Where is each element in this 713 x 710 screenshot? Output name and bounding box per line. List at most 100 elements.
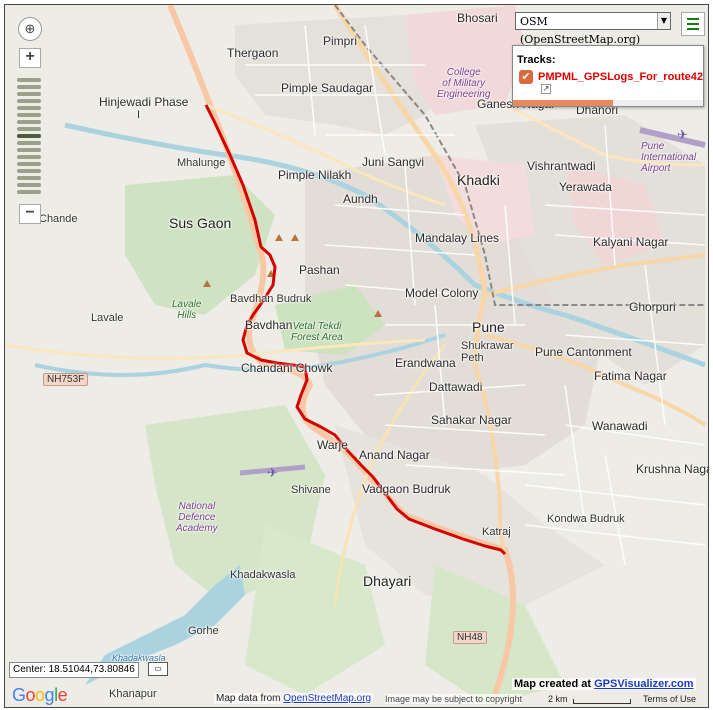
airport-icon-pune: ✈ [677, 127, 688, 142]
center-coordinates: Center: 18.51044,73.80846 [9, 662, 139, 678]
place-label: Vadgaon Budruk [362, 482, 451, 496]
zoom-level-notch[interactable] [17, 148, 41, 152]
green-sinhagad [245, 525, 385, 695]
place-label: Pimpri [323, 34, 358, 48]
ruler-icon[interactable]: ▭ [148, 662, 168, 676]
zoom-level-notch[interactable] [17, 106, 41, 110]
place-label: Juni Sangvi [362, 155, 425, 169]
zoom-in-button[interactable]: + [19, 48, 41, 68]
google-logo: Google [12, 685, 68, 706]
google-logo-letter: o [25, 685, 36, 705]
place-label: Bhosari [457, 11, 498, 25]
zoom-slider[interactable] [17, 78, 41, 200]
osm-link[interactable]: OpenStreetMap.org [283, 693, 371, 704]
place-label: Erandwana [395, 356, 456, 370]
zoom-level-notch[interactable] [17, 162, 41, 166]
hamburger-menu-icon[interactable] [681, 12, 705, 36]
zoom-level-notch[interactable] [17, 134, 41, 138]
place-label: National Defence Academy [176, 501, 218, 534]
place-label: College of Military Engineering [437, 67, 491, 100]
tracks-panel: Tracks: ✔ PMPML_GPSLogs_For_route42 ↗ [512, 45, 704, 107]
place-label: Kalyani Nagar [593, 235, 669, 249]
place-label: Khadakwasla [230, 569, 296, 581]
gpsvisualizer-link[interactable]: GPSVisualizer.com [594, 678, 693, 690]
external-link-icon[interactable]: ↗ [541, 84, 551, 94]
highway-shield: NH48 [453, 631, 487, 644]
google-logo-letter: g [44, 685, 55, 705]
copyright-disclaimer: Image may be subject to copyright [385, 694, 523, 704]
place-label: Chande [39, 213, 78, 225]
place-label: Pune [472, 319, 505, 335]
google-logo-letter: o [35, 685, 45, 705]
zoom-level-notch[interactable] [17, 141, 41, 145]
terms-of-use-link[interactable]: Terms of Use [643, 694, 696, 704]
zoom-level-notch[interactable] [17, 78, 41, 82]
google-logo-letter: e [57, 685, 68, 705]
zoom-out-button[interactable]: − [19, 204, 41, 224]
place-label: Shukrawar Peth [461, 340, 514, 364]
place-label: Dhayari [363, 573, 412, 589]
place-label: Mandalay Lines [415, 231, 500, 245]
place-label: Pashan [299, 263, 340, 277]
place-label: Pimple Saudagar [281, 81, 374, 95]
place-label: Fatima Nagar [594, 369, 667, 383]
place-label: Katraj [482, 526, 511, 538]
pan-compass-icon[interactable]: ⊕ [18, 17, 42, 41]
map-layer-select[interactable]: OSM (OpenStreetMap.org) ▼ [515, 12, 671, 46]
scrollbar-thumb[interactable] [513, 100, 613, 106]
place-label: Aundh [343, 192, 378, 206]
zoom-level-notch[interactable] [17, 85, 41, 89]
place-label: Mhalunge [177, 157, 226, 169]
place-label: Khadki [457, 172, 500, 188]
place-label: Kondwa Budruk [547, 513, 625, 525]
tracks-title: Tracks: [517, 54, 556, 66]
scale-bar [573, 699, 631, 704]
place-label: Khanapur [109, 688, 157, 700]
place-label: Shivane [291, 484, 331, 496]
map-credit: Map created at GPSVisualizer.com [512, 678, 696, 690]
place-label: Model Colony [405, 286, 479, 300]
place-label: Pune Cantonment [535, 345, 632, 359]
place-label: Bavdhan [245, 318, 293, 332]
zoom-level-notch[interactable] [17, 92, 41, 96]
chevron-down-icon: ▼ [657, 13, 670, 29]
place-label: I [137, 109, 141, 121]
airport-icon-nda: ✈ [267, 465, 278, 480]
place-label: Sus Gaon [169, 215, 232, 231]
place-label: Ghorpuri [629, 300, 676, 314]
zoom-level-notch[interactable] [17, 99, 41, 103]
place-label: Bavdhan Budruk [230, 293, 312, 305]
zoom-level-notch[interactable] [17, 169, 41, 173]
zoom-level-notch[interactable] [17, 155, 41, 159]
tracks-panel-scrollbar[interactable] [513, 100, 703, 106]
zoom-level-notch[interactable] [17, 183, 41, 187]
zoom-level-notch[interactable] [17, 176, 41, 180]
track-name-link[interactable]: PMPML_GPSLogs_For_route42 [538, 71, 703, 83]
attribution-prefix: Map data from [216, 693, 284, 704]
map-data-attribution: Map data from OpenStreetMap.org [214, 693, 374, 704]
google-logo-letter: G [12, 685, 26, 705]
place-label: Yerawada [559, 180, 612, 194]
place-label: Anand Nagar [359, 448, 430, 462]
place-label: Lavale Hills [172, 299, 202, 321]
zoom-level-notch[interactable] [17, 190, 41, 194]
place-label: Gorhe [188, 625, 219, 637]
map-frame[interactable]: ✈ ✈ Bhosari Pimpri Thergaon Pimple Sauda… [4, 4, 709, 708]
zoom-level-notch[interactable] [17, 120, 41, 124]
place-label: Pune International Airport [641, 141, 697, 174]
place-label: Pimple Nilakh [278, 168, 352, 182]
place-label: Vetal Tekdi Forest Area [291, 321, 343, 343]
zoom-level-notch[interactable] [17, 127, 41, 131]
map-layer-select-value: OSM (OpenStreetMap.org) [520, 15, 641, 46]
zoom-level-notch[interactable] [17, 113, 41, 117]
track-visibility-checkbox[interactable]: ✔ [519, 70, 533, 84]
place-label: Warje [317, 438, 348, 452]
place-label: Wanawadi [592, 419, 648, 433]
place-label: Vishrantwadi [527, 159, 596, 173]
place-label: Thergaon [227, 46, 279, 60]
place-label: Hinjewadi Phase [99, 95, 189, 109]
place-label: Sahakar Nagar [431, 413, 512, 427]
highway-shield: NH753F [43, 373, 89, 386]
place-label: Krushna Nagar [636, 462, 709, 476]
place-label: Lavale [91, 312, 124, 324]
